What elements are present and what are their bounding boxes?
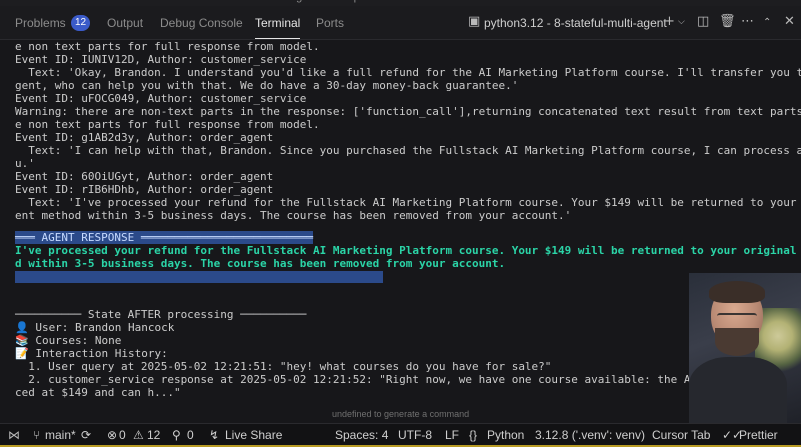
branch-icon: ⑂ [33,428,41,442]
terminal-line: e non text parts for full response from … [15,40,320,53]
language-mode[interactable]: Python [487,428,524,442]
agent-response-line: I've processed your refund for the Fulls… [15,244,797,257]
tab-terminal[interactable]: Terminal [255,16,301,39]
tab-problems[interactable]: Problems [15,16,66,30]
terminal-line: e non text parts for full response from … [15,118,320,131]
terminal-line: Text: 'Okay, Brandon. I understand you'd… [28,66,801,79]
close-panel-icon[interactable]: ✕ [784,14,795,29]
indentation-setting[interactable]: Spaces: 4 [335,428,388,442]
state-history-item: 1. User query at 2025-05-02 12:21:51: "h… [15,360,552,373]
warning-icon[interactable]: ⚠ [133,428,144,442]
agent-response-header: ═══ AGENT RESPONSE ═════════════════════… [15,231,314,244]
terminal-line: Event ID: IUNIV12D, Author: customer_ser… [15,53,307,66]
terminal-line: Event ID: g1AB2d3y, Author: order_agent [15,131,274,144]
remote-icon[interactable]: ⋈ [8,428,20,442]
state-header: ────────── State AFTER processing ──────… [15,308,307,321]
live-share-button[interactable]: Live Share [225,428,282,442]
state-history-item: ced at $149 and can h..." [15,386,181,399]
more-actions-icon[interactable]: ⋯ [741,14,754,29]
chevron-down-icon[interactable]: ⌵ [678,17,685,27]
agent-response-line: d within 3-5 business days. The course h… [15,257,506,270]
terminal-line: ent method within 3-5 business days. The… [15,209,572,222]
terminal-line: Event ID: 60OiUGyt, Author: order_agent [15,170,274,183]
eol-setting[interactable]: LF [445,428,459,442]
presenter-beard [715,328,759,356]
sync-icon[interactable]: ⟳ [81,428,91,442]
status-bar: ⋈ ⑂ main* ⟳ ⊗ 0 ⚠ 12 ⚲ 0 ↯ Live Share Sp… [0,423,801,447]
trash-icon[interactable]: 🗑 [719,14,736,29]
terminal-instance-name[interactable]: python3.12 - 8-stateful-multi-agent [484,16,667,30]
selection-highlight-bar [15,271,383,283]
error-icon[interactable]: ⊗ [107,428,117,442]
panel-tab-bar: Problems 12 Output Debug Console Termina… [0,6,801,40]
prettier-status[interactable]: Prettier [739,428,778,442]
new-terminal-icon[interactable]: + [664,14,675,29]
tab-ports[interactable]: Ports [316,16,344,30]
braces-icon: {} [469,428,478,442]
branch-name[interactable]: main* [45,428,76,442]
ports-icon[interactable]: ⚲ [172,428,181,442]
presenter-glasses [717,313,757,323]
terminal-line: Warning: there are non-text parts in the… [15,105,801,118]
webcam-overlay [689,273,801,423]
ports-count[interactable]: 0 [187,428,194,442]
terminal-output[interactable]: e non text parts for full response from … [0,40,801,423]
split-terminal-icon[interactable]: ◫ [697,14,709,29]
maximize-panel-icon[interactable]: ⌃ [763,17,771,28]
terminal-line: Event ID: uFOCG049, Author: customer_ser… [15,92,307,105]
terminal-line: Text: 'I've processed your refund for th… [28,196,797,209]
tab-output[interactable]: Output [107,16,143,30]
state-user: 👤 User: Brandon Hancock [15,321,175,334]
terminal-hint: undefined to generate a command [332,409,470,419]
warning-count[interactable]: 12 [147,428,160,442]
problems-count-badge: 12 [71,15,90,31]
state-history-item: 2. customer_service response at 2025-05-… [15,373,764,386]
python-interpreter[interactable]: 3.12.8 ('.venv': venv) [535,428,645,442]
terminal-line: u.' [15,157,35,170]
cursor-tab[interactable]: Cursor Tab [652,428,710,442]
terminal-icon: ▣ [468,14,481,29]
state-courses: 📚 Courses: None [15,334,122,347]
error-count[interactable]: 0 [119,428,126,442]
terminal-line: Text: 'I can help with that, Brandon. Si… [28,144,801,157]
tab-debug-console[interactable]: Debug Console [160,16,243,30]
presenter-hair [709,281,765,303]
presenter-body [689,357,787,423]
state-history-label: 📝 Interaction History: [15,347,168,360]
terminal-line: gent, who can help you with that. We do … [15,79,519,92]
live-share-icon: ↯ [209,428,220,442]
window-title: agent-development-kit-crash-course [290,0,466,3]
encoding-setting[interactable]: UTF-8 [398,428,432,442]
terminal-line: Event ID: rIB6HDhb, Author: order_agent [15,183,274,196]
